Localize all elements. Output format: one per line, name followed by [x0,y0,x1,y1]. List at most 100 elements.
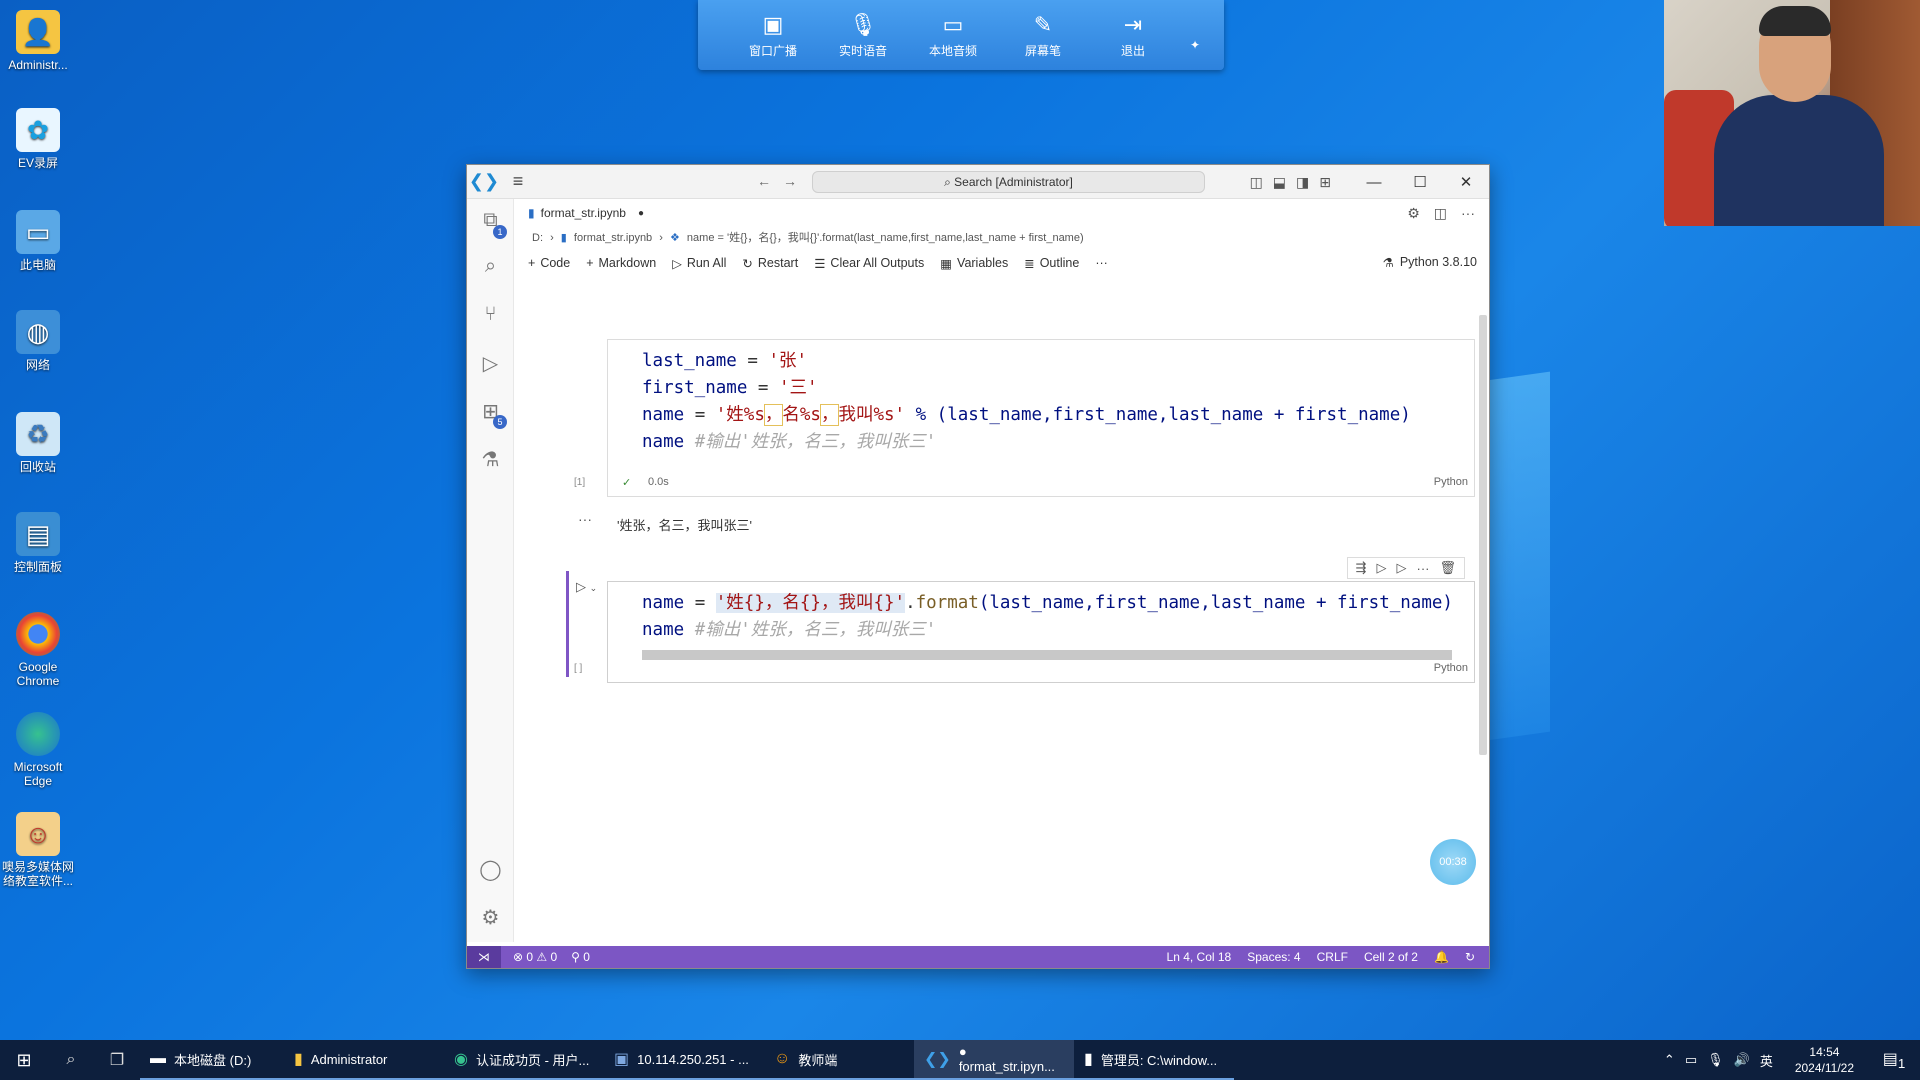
ime-indicator[interactable]: 英 [1760,1051,1773,1070]
desktop-icon-this-pc[interactable]: ▭ 此电脑 [0,210,76,272]
live-voice-button[interactable]: 🎙 实时语音 [818,12,908,59]
desktop-icon-edge[interactable]: Microsoft Edge [0,712,76,788]
breadcrumb-drive[interactable]: D: [532,232,543,244]
source-control-icon[interactable]: ⑂ [467,303,514,326]
horizontal-scrollbar[interactable] [642,650,1452,660]
add-code-button[interactable]: + Code [528,256,570,270]
desktop-icon-control-panel[interactable]: ▤ 控制面板 [0,512,76,574]
eol-status[interactable]: CRLF [1317,950,1348,964]
clear-outputs-button[interactable]: ☰ Clear All Outputs [814,256,924,271]
desktop-icon-ev-recorder[interactable]: ✿ EV录屏 [0,108,76,170]
settings-gear-icon[interactable]: ⚙ [467,905,514,930]
minimize-button[interactable]: — [1351,174,1397,191]
clock[interactable]: 14:54 2024/11/22 [1795,1044,1854,1076]
cell-language[interactable]: Python [1434,476,1468,488]
execute-below-icon[interactable]: ▷ [1396,560,1406,576]
search-icon[interactable]: ⌕ [467,255,514,278]
settings-gear-icon[interactable]: ⚙ [1407,205,1420,222]
maximize-button[interactable]: ☐ [1397,173,1443,191]
taskbar-app-drive[interactable]: ▬ 本地磁盘 (D:) [140,1040,284,1080]
exit-icon: ⇥ [1123,11,1143,37]
notification-center-icon[interactable]: ▤1 [1876,1049,1912,1071]
run-by-line-icon[interactable]: ⇶ [1356,560,1367,576]
variables-button[interactable]: ▦ Variables [940,256,1008,271]
close-button[interactable]: ✕ [1443,173,1489,191]
search-icon[interactable]: ⌕ [48,1051,94,1069]
window-broadcast-button[interactable]: ▣ 窗口广播 [728,12,818,59]
cell-position[interactable]: Cell 2 of 2 [1364,950,1418,964]
breadcrumb-file[interactable]: format_str.ipynb [574,232,652,244]
bell-icon[interactable]: 🔔 [1434,950,1449,964]
desktop-icon-chrome[interactable]: Google Chrome [0,612,76,688]
vertical-scrollbar[interactable] [1479,315,1487,755]
taskbar-app-vscode[interactable]: ❮❯ ● format_str.ipyn... [914,1040,1074,1080]
ports-status[interactable]: ⚲ 0 [571,950,590,964]
speaker-monitor-icon: ▭ [942,11,964,37]
task-view-icon[interactable]: ❐ [94,1050,140,1070]
taskbar-app-administrator[interactable]: ▮ Administrator [284,1040,444,1080]
taskbar-app-cmd[interactable]: ▮ 管理员: C:\window... [1074,1040,1234,1080]
menu-hamburger-icon[interactable]: ≡ [501,171,535,192]
split-editor-icon[interactable]: ◫ [1434,205,1447,222]
microphone-tray-icon[interactable]: 🎙 [1707,1052,1724,1068]
windows-start-icon[interactable]: ⊞ [0,1050,48,1071]
cell-1-editor[interactable]: last_name = '张' first_name = '三' name = … [607,339,1475,497]
active-cell-indicator [566,571,569,677]
sync-icon[interactable]: ↻ [1465,950,1475,964]
desktop-icon-network[interactable]: ◍ 网络 [0,310,76,372]
back-arrow-icon[interactable]: ← [757,173,783,189]
outline-button[interactable]: ≣ Outline [1024,256,1079,271]
kernel-picker[interactable]: ⚗ Python 3.8.10 [1383,255,1477,270]
network-tray-icon[interactable]: ▭ [1685,1052,1697,1068]
cell-1-code[interactable]: last_name = '张' first_name = '三' name = … [608,340,1474,456]
more-icon[interactable]: ··· [1416,561,1429,576]
run-cell-button[interactable]: ▷ ⌄ [576,579,597,595]
taskbar-app-teacher[interactable]: ☺ 教师端 [764,1040,914,1080]
unsaved-dot[interactable]: ● [638,208,644,219]
toggle-primary-sidebar-icon[interactable]: ◫ [1250,174,1263,191]
execute-above-icon[interactable]: ▷ [1376,560,1386,576]
chevron-up-icon[interactable]: ⌃ [1664,1052,1675,1068]
volume-icon[interactable]: 🔊 [1734,1052,1750,1068]
remote-icon[interactable]: ⋊ [467,946,501,968]
delete-cell-icon[interactable]: 🗑 [1439,560,1456,576]
desktop-icon-classroom-software[interactable]: ☺ 噢易多媒体网络教室软件... [0,812,76,888]
indentation-status[interactable]: Spaces: 4 [1247,950,1300,964]
taskbar-app-remote[interactable]: ▣ 10.114.250.251 - ... [604,1040,764,1080]
more-actions-icon[interactable]: ··· [1461,205,1475,222]
outline-icon: ≣ [1024,256,1035,271]
local-audio-button[interactable]: ▭ 本地音频 [908,12,998,59]
problems-status[interactable]: ⊗ 0 ⚠ 0 [513,950,557,964]
cursor-position[interactable]: Ln 4, Col 18 [1167,950,1232,964]
recording-timer[interactable]: 00:38 [1430,839,1476,885]
pin-icon[interactable]: ✦ [1190,38,1200,52]
forward-arrow-icon[interactable]: → [783,173,809,189]
folder-icon: ▮ [294,1051,303,1068]
command-center-search[interactable]: ⌕ Search [Administrator] [812,171,1205,193]
run-debug-icon[interactable]: ▷ [467,351,514,376]
customize-layout-icon[interactable]: ⊞ [1319,174,1331,191]
cell-2-code[interactable]: name = '姓{}，名{}，我叫{}'.format(last_name,f… [608,582,1474,644]
toggle-panel-icon[interactable]: ⬓ [1273,174,1286,191]
code-token: name [642,593,685,613]
restart-button[interactable]: ↻ Restart [742,256,798,271]
run-all-button[interactable]: ▷ Run All [672,256,726,271]
testing-icon[interactable]: ⚗ [467,447,514,472]
add-markdown-button[interactable]: + Markdown [586,256,656,270]
code-token: name [642,405,685,425]
breadcrumb-cell[interactable]: name = '姓{}，名{}，我叫{}'.format(last_name,f… [687,232,1084,244]
desktop-icon-administrator[interactable]: 👤 Administr... [0,10,76,72]
explorer-icon[interactable]: ⧉ [467,209,514,232]
output-actions[interactable]: ··· [578,511,592,527]
screen-pen-button[interactable]: ✎ 屏幕笔 [998,12,1088,59]
cell-2-editor[interactable]: name = '姓{}，名{}，我叫{}'.format(last_name,f… [607,581,1475,683]
tab-format-str[interactable]: ▮ format_str.ipynb ● [528,206,644,220]
taskbar-app-edge[interactable]: ◉ 认证成功页 - 用户... [444,1040,604,1080]
cell-language[interactable]: Python [1434,662,1468,674]
desktop-icon-recycle-bin[interactable]: ♻ 回收站 [0,412,76,474]
exit-button[interactable]: ⇥ 退出 [1088,12,1178,59]
toggle-secondary-sidebar-icon[interactable]: ◨ [1296,174,1309,191]
toolbar-more-button[interactable]: ··· [1095,256,1108,270]
accounts-icon[interactable]: ◯ [467,857,514,882]
code-token: ， [819,404,840,426]
